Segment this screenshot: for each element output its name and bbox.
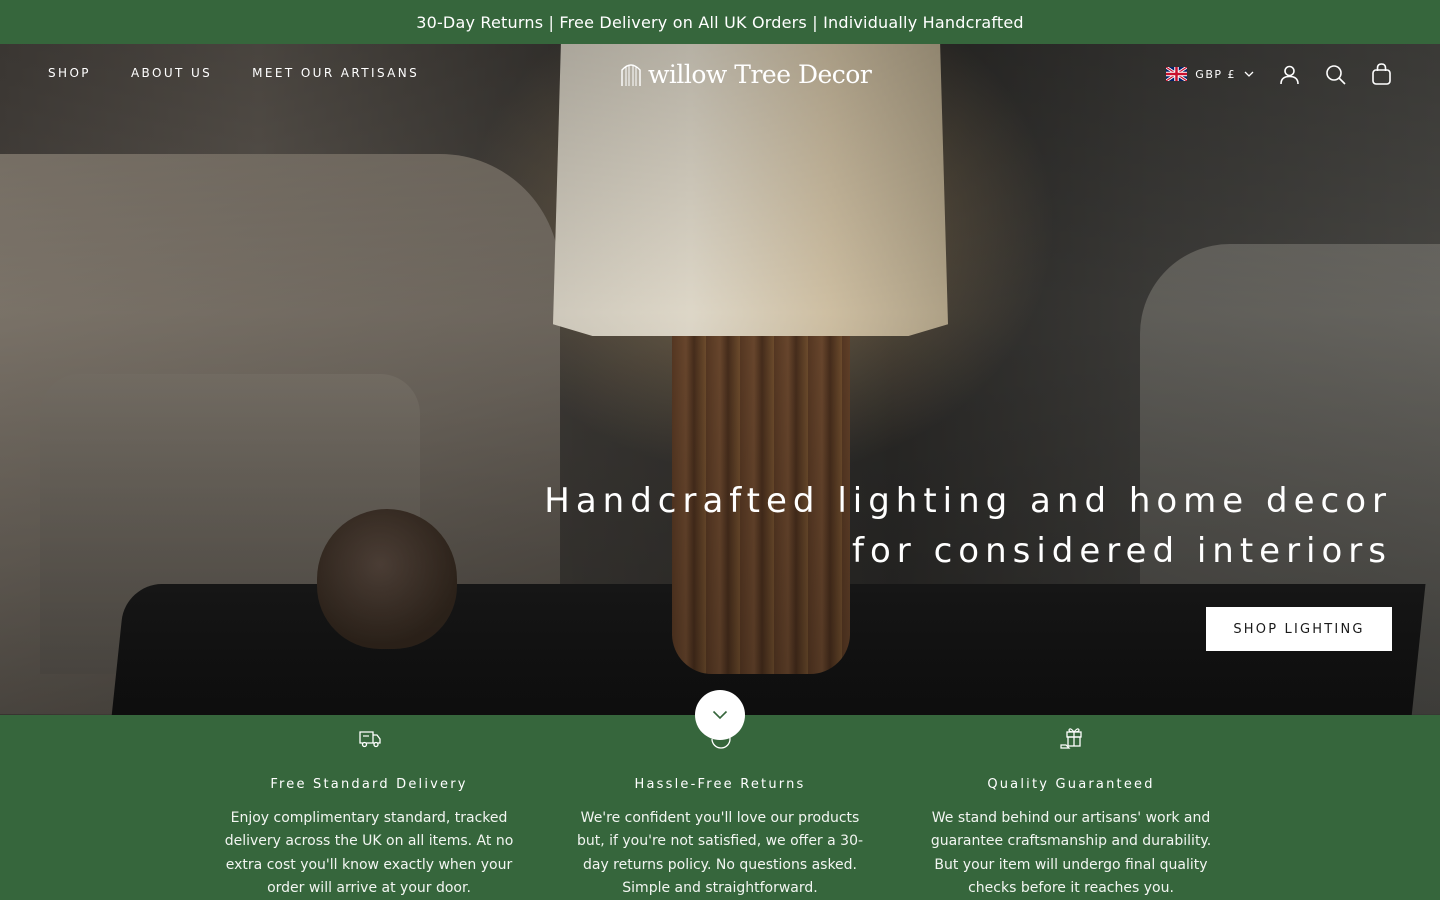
feature-title: Quality Guaranteed xyxy=(987,777,1155,792)
gift-quality-icon xyxy=(1060,728,1082,749)
account-icon xyxy=(1279,65,1299,84)
currency-label: GBP £ xyxy=(1195,67,1236,81)
site-header: SHOP ABOUT US MEET OUR ARTISANS willow T… xyxy=(0,44,1440,106)
nav-about-us[interactable]: ABOUT US xyxy=(131,66,212,80)
scroll-down-button[interactable] xyxy=(695,690,745,740)
nav-meet-our-artisans[interactable]: MEET OUR ARTISANS xyxy=(252,66,419,80)
hero-heading-line2: for considered interiors xyxy=(852,531,1392,571)
cart-button[interactable] xyxy=(1370,63,1392,85)
cart-icon xyxy=(1371,63,1391,85)
feature-text: We're confident you'll love our products… xyxy=(576,810,864,896)
site-logo[interactable]: willow Tree Decor xyxy=(620,60,872,89)
feature-title: Hassle-Free Returns xyxy=(634,777,806,792)
feature-text: We stand behind our artisans' work and g… xyxy=(930,810,1212,896)
chevron-down-icon xyxy=(1244,71,1254,77)
shop-lighting-button[interactable]: SHOP LIGHTING xyxy=(1206,607,1392,651)
features-strip: Free Standard Delivery Enjoy complimenta… xyxy=(0,715,1440,900)
currency-selector[interactable]: GBP £ xyxy=(1166,67,1254,81)
logo-text: willow Tree Decor xyxy=(648,60,872,89)
search-button[interactable] xyxy=(1324,63,1346,85)
announcement-bar: 30-Day Returns | Free Delivery on All UK… xyxy=(0,0,1440,44)
hero-heading: Handcrafted lighting and home decor for … xyxy=(544,476,1392,576)
account-button[interactable] xyxy=(1278,63,1300,85)
hero-heading-line1: Handcrafted lighting and home decor xyxy=(544,481,1392,521)
main-nav: SHOP ABOUT US MEET OUR ARTISANS xyxy=(48,66,419,80)
uk-flag-icon xyxy=(1166,67,1188,81)
willow-logo-icon xyxy=(621,63,641,86)
search-icon xyxy=(1325,64,1346,85)
chevron-down-icon xyxy=(712,710,728,720)
nav-shop[interactable]: SHOP xyxy=(48,66,91,80)
feature-title: Free Standard Delivery xyxy=(270,777,468,792)
feature-text: Enjoy complimentary standard, tracked de… xyxy=(224,810,514,896)
announcement-text: 30-Day Returns | Free Delivery on All UK… xyxy=(416,12,1024,32)
header-actions: GBP £ xyxy=(1166,63,1392,85)
delivery-van-icon xyxy=(359,731,381,748)
